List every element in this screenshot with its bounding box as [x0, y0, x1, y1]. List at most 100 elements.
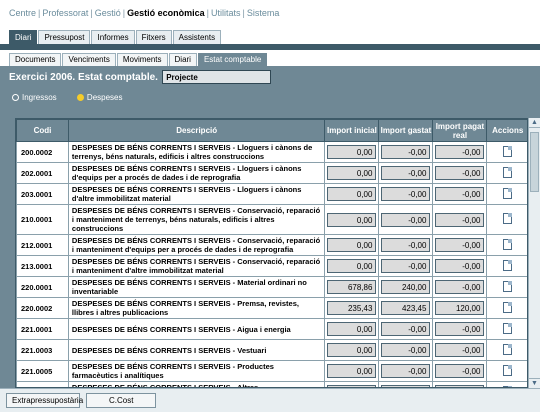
row-gastat-cell: -0,00 — [378, 204, 434, 235]
import-gastat-field[interactable]: -0,00 — [381, 322, 431, 336]
import-pagat-field[interactable]: -0,00 — [435, 166, 485, 180]
row-gastat-cell: 240,00 — [378, 276, 434, 298]
scroll-up-arrow-icon[interactable]: ▲ — [529, 118, 540, 128]
project-field[interactable]: Projecte — [162, 70, 272, 84]
import-inicial-field[interactable]: 0,00 — [327, 259, 377, 273]
row-gastat-cell: -0,00 — [378, 318, 434, 340]
import-gastat-field[interactable]: -0,00 — [381, 187, 431, 201]
nav-professorat[interactable]: Professorat — [42, 8, 88, 18]
import-pagat-field[interactable]: -0,00 — [435, 280, 485, 294]
tab-diari[interactable]: Diari — [9, 30, 38, 44]
subtab-estat-comptable[interactable]: Estat comptable — [197, 53, 268, 66]
import-pagat-field[interactable]: -0,00 — [435, 322, 485, 336]
import-inicial-field[interactable]: 678,86 — [327, 280, 377, 294]
scroll-down-arrow-icon[interactable]: ▼ — [529, 378, 540, 388]
import-pagat-field[interactable]: -0,00 — [435, 212, 485, 227]
import-gastat-field[interactable]: -0,00 — [381, 145, 431, 159]
nav-utilitats[interactable]: Utilitats — [211, 8, 241, 18]
col-codi[interactable]: Codi — [16, 119, 69, 142]
filter-ingressos[interactable]: Ingressos — [12, 93, 57, 102]
document-icon[interactable] — [503, 322, 513, 334]
import-inicial-field[interactable]: 0,00 — [327, 322, 377, 336]
extrapressupostaria-button[interactable]: Extrapressupostària — [6, 393, 83, 408]
document-icon[interactable] — [503, 364, 513, 376]
table-row: 213.0001 DESPESES DE BÉNS CORRENTS I SERV… — [16, 255, 527, 277]
import-inicial-field[interactable]: 0,00 — [327, 343, 377, 357]
table-row: 221.0003 DESPESES DE BÉNS CORRENTS I SERV… — [16, 339, 527, 361]
subtab-moviments[interactable]: Moviments — [116, 53, 168, 66]
import-pagat-field[interactable]: 120,00 — [435, 301, 485, 315]
radio-selected-icon[interactable] — [76, 94, 84, 101]
import-gastat-field[interactable]: -0,00 — [381, 343, 431, 357]
radio-icon[interactable] — [12, 94, 19, 101]
document-icon[interactable] — [503, 301, 513, 313]
import-gastat-field[interactable]: -0,00 — [381, 364, 431, 378]
import-pagat-field[interactable]: -0,00 — [435, 238, 485, 252]
import-inicial-field[interactable]: 0,00 — [327, 145, 377, 159]
row-gastat-cell: -0,00 — [378, 234, 434, 256]
import-pagat-field[interactable]: -0,00 — [435, 145, 485, 159]
col-descripcio[interactable]: Descripció — [67, 119, 326, 142]
subtab-venciments[interactable]: Venciments — [62, 53, 116, 66]
row-code: 220.0001 — [16, 276, 69, 298]
import-gastat-field[interactable]: 423,45 — [381, 301, 431, 315]
row-inicial-cell: 0,00 — [324, 255, 380, 277]
import-inicial-field[interactable]: 0,00 — [327, 166, 377, 180]
filter-options: Ingressos Despeses — [0, 88, 540, 110]
import-inicial-field[interactable]: 0,00 — [327, 187, 377, 201]
import-pagat-field[interactable]: -0,00 — [435, 187, 485, 201]
tab-assistents[interactable]: Assistents — [172, 30, 222, 44]
import-gastat-field[interactable]: -0,00 — [381, 238, 431, 252]
document-icon[interactable] — [503, 259, 513, 271]
row-actions-cell — [486, 360, 527, 382]
document-icon[interactable] — [503, 145, 513, 157]
scroll-thumb[interactable] — [530, 132, 539, 192]
import-pagat-field[interactable]: -0,00 — [435, 343, 485, 357]
subtab-diari[interactable]: Diari — [168, 53, 197, 66]
import-inicial-field[interactable]: 0,00 — [327, 238, 377, 252]
import-gastat-field[interactable]: -0,00 — [381, 212, 431, 227]
row-pagat-cell: -0,00 — [432, 360, 488, 382]
col-import-inicial[interactable]: Import inicial — [324, 119, 380, 142]
vertical-scrollbar[interactable]: ▲ ▼ — [528, 118, 540, 388]
import-inicial-field[interactable]: 235,43 — [327, 301, 377, 315]
import-gastat-field[interactable]: 240,00 — [381, 280, 431, 294]
nav-gestio[interactable]: Gestió — [95, 8, 121, 18]
row-actions-cell — [486, 204, 527, 235]
bottom-toolbar: Extrapressupostària C.Cost — [0, 388, 540, 412]
nav-sistema[interactable]: Sistema — [247, 8, 280, 18]
nav-centre[interactable]: Centre — [9, 8, 36, 18]
document-icon[interactable] — [503, 280, 513, 292]
document-icon[interactable] — [503, 238, 513, 250]
nav-gestio-economica[interactable]: Gestió econòmica — [127, 8, 205, 18]
document-icon[interactable] — [503, 166, 513, 178]
table-row: 200.0002 DESPESES DE BÉNS CORRENTS I SERV… — [16, 141, 527, 163]
document-icon[interactable] — [503, 343, 513, 355]
import-gastat-field[interactable]: -0,00 — [381, 166, 431, 180]
row-description: DESPESES DE BÉNS CORRENTS I SERVEIS - Co… — [67, 204, 326, 235]
tab-informes[interactable]: Informes — [91, 30, 135, 44]
row-actions-cell — [486, 276, 527, 298]
row-pagat-cell: -0,00 — [432, 141, 488, 163]
col-import-pagat-real[interactable]: Import pagat real — [432, 119, 488, 142]
row-pagat-cell: -0,00 — [432, 318, 488, 340]
tab-pressupost[interactable]: Pressupost — [38, 30, 91, 44]
import-inicial-field[interactable]: 0,00 — [327, 212, 377, 227]
nav-separator: | — [122, 8, 126, 18]
import-inicial-field[interactable]: 0,00 — [327, 364, 377, 378]
row-inicial-cell: 0,00 — [324, 360, 380, 382]
col-import-gastat[interactable]: Import gastat — [378, 119, 434, 142]
table-header-row: Codi Descripció Import inicial Import ga… — [16, 119, 527, 142]
subtab-documents[interactable]: Documents — [9, 53, 62, 66]
table-row: 202.0001 DESPESES DE BÉNS CORRENTS I SERV… — [16, 162, 527, 184]
main-panel: Codi Descripció Import inicial Import ga… — [0, 110, 540, 388]
tab-fitxers[interactable]: Fitxers — [135, 30, 172, 44]
import-gastat-field[interactable]: -0,00 — [381, 259, 431, 273]
centre-cost-button[interactable]: C.Cost — [86, 393, 157, 408]
import-pagat-field[interactable]: -0,00 — [435, 364, 485, 378]
document-icon[interactable] — [503, 187, 513, 199]
filter-despeses[interactable]: Despeses — [76, 93, 123, 102]
document-icon[interactable] — [503, 213, 513, 224]
row-actions-cell — [486, 162, 527, 184]
import-pagat-field[interactable]: -0,00 — [435, 259, 485, 273]
